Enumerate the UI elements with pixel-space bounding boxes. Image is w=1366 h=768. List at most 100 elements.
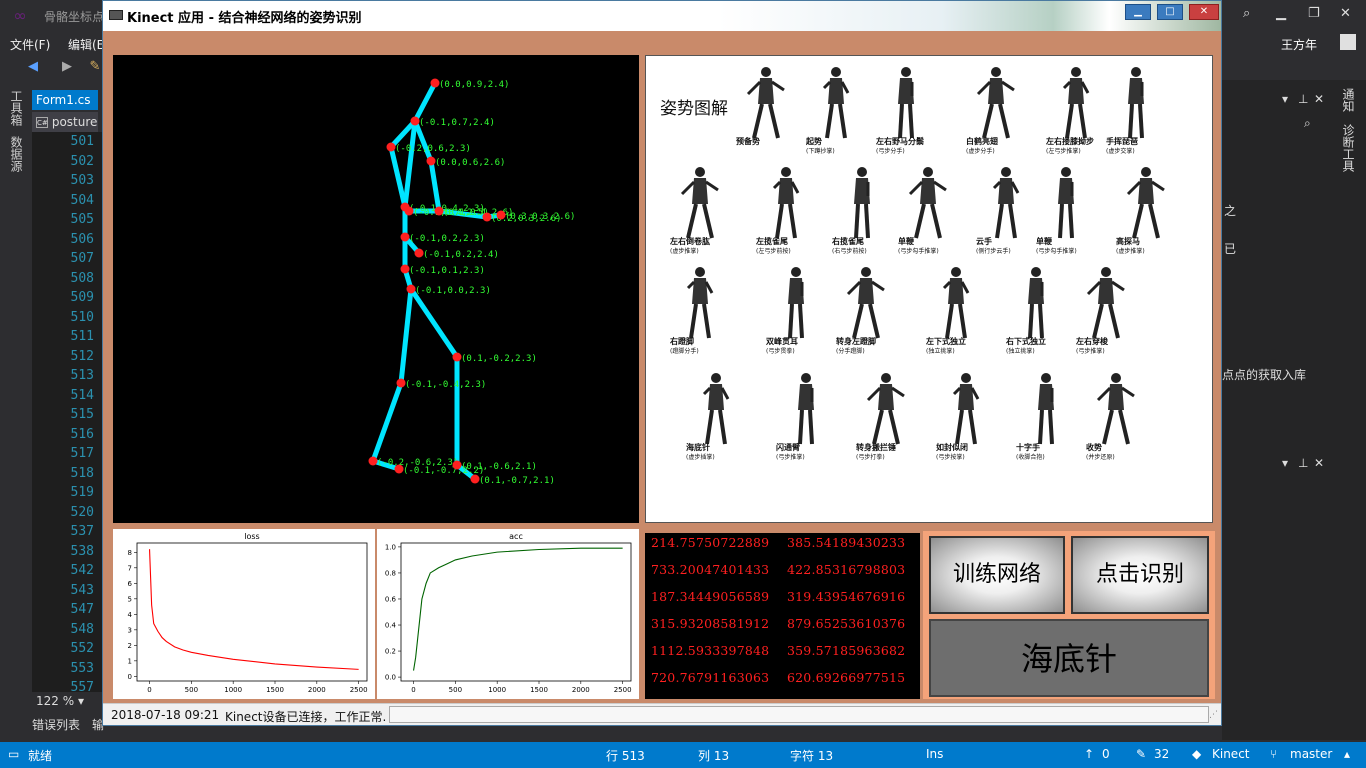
line-number: 503 [70,173,94,188]
navigate-back-icon[interactable]: ◀ [24,58,42,76]
vs-minimize-icon[interactable]: ▁ [1276,6,1286,21]
posture-diagram-image: 姿势图解 预备势 起势 (下蹲抄掌) 左右野马分鬃 (弓步分手) 白鹤亮翅 (虚步分手) 左右… [645,55,1213,523]
status-up-count[interactable]: 0 [1102,747,1110,761]
posture-subtitle: (下蹲抄掌) [806,148,835,155]
skeleton-view: (0.0,0.9,2.4) (-0.1,0.7,2.4) (-0.2,0.6,2.3… [113,55,639,523]
line-number: 542 [70,563,94,578]
form-minimize-button[interactable]: ▁ [1125,4,1151,20]
posture-subtitle: (左弓步前按) [756,248,791,255]
toolbox-tab[interactable]: 工具箱 [8,90,25,126]
left-tool-strip: 工具箱 数据源 [0,84,30,740]
resize-grip-icon[interactable]: ⋰ [1209,710,1218,720]
branch-icon[interactable]: ⑂ [1270,747,1277,761]
posture-figure [908,164,948,240]
posture-figure [816,64,856,140]
plot-frame [136,542,368,682]
value-r3-c1: 187.34449056589 [651,589,770,604]
status-branch[interactable]: master [1290,747,1332,761]
navigate-forward-icon[interactable]: ▶ [58,58,76,76]
posture-subtitle: (分手蹬脚) [836,348,865,355]
publish-up-icon[interactable]: ↑ [1084,747,1094,761]
posture-figure [680,164,720,240]
joint-label: (-0.1,0.2,2.3) [409,234,485,244]
value-r5-c2: 359.57185963682 [787,643,906,658]
vs-close-icon[interactable]: ✕ [1340,6,1351,21]
datasource-tab[interactable]: 数据源 [8,136,25,172]
csharp-file-icon: C# [36,117,48,128]
status-repo[interactable]: Kinect [1212,747,1250,761]
recognize-button[interactable]: 点击识别 [1071,536,1209,614]
y-tick-label: 0 [128,673,132,681]
x-tick-label: 1500 [530,686,548,694]
posture-subtitle: (蹬脚分手) [670,348,699,355]
right-panel-snippet-1: 之 [1224,204,1237,218]
posture-subtitle: (右弓步前按) [832,248,867,255]
posture-figure [842,164,882,240]
y-tick-label: 0.0 [385,674,396,682]
form-titlebar[interactable]: Kinect 应用 - 结合神经网络的姿势识别 ▁ □ ✕ [103,1,1221,31]
train-network-button[interactable]: 训练网络 [929,536,1065,614]
diagnostic-tools-tab[interactable]: 诊断工具 [1340,124,1357,172]
form-statusbar: 2018-07-18 09:21 Kinect设备已连接，工作正常. ⋰ [103,703,1221,725]
menu-edit[interactable]: 编辑(E [68,36,104,53]
panel2-pin-icon[interactable]: ⊥ [1298,456,1308,470]
line-number: 514 [70,387,94,403]
x-tick-label: 1500 [266,686,284,694]
branch-up-icon[interactable]: ▴ [1344,747,1350,761]
panel-pin-icon[interactable]: ⊥ [1298,92,1308,106]
joint-label: (0.1,-0.2,2.3) [461,354,537,364]
status-empty-field [389,706,1209,723]
value-r2-c1: 733.20047401433 [651,562,770,577]
panel2-dropdown-icon[interactable]: ▾ [1282,456,1288,470]
kinect-form-window: Kinect 应用 - 结合神经网络的姿势识别 ▁ □ ✕ (0.0,0.9,2… [102,0,1222,726]
joint-label: (0.1,-0.6,2.1) [461,462,537,472]
line-number: 552 [70,641,94,656]
joint-label: (-0.2,0.6,2.3) [395,144,471,154]
pencil-icon[interactable]: ✎ [1136,747,1146,761]
posture-subtitle: (弓步推掌) [1076,348,1105,355]
repo-icon[interactable]: ◆ [1192,747,1201,761]
status-edits[interactable]: 32 [1154,747,1169,761]
form-maximize-button[interactable]: □ [1157,4,1183,20]
panel2-close-icon[interactable]: ✕ [1314,456,1324,470]
status-message: Kinect设备已连接，工作正常. [225,710,387,724]
line-number: 508 [70,270,94,286]
x-tick-label: 1000 [224,686,242,694]
line-number: 518 [70,465,94,481]
error-list-tab[interactable]: 错误列表 [32,716,80,733]
panel-dropdown-icon[interactable]: ▾ [1282,92,1288,106]
acc-chart: acc 0 500 1000 1500 2000 2500 0.0 0.2 0.4 0.6 0.8 1.… [377,529,639,699]
posture-figure [1126,164,1166,240]
joint-label: (0.0,0.6,2.6) [435,158,505,168]
vs-restore-icon[interactable]: ❐ [1308,6,1320,21]
joint-label: (-0.1,-0.4,2.3) [405,380,486,390]
posture-figure [1096,370,1136,446]
notifications-tab[interactable]: 通知 [1340,88,1357,112]
panel-search-icon[interactable]: ⌕ [1304,116,1311,131]
line-number: 510 [70,309,94,325]
vs-statusbar: ▭ 就绪 行 513 列 13 字符 13 Ins ↑ 0 ✎ 32 ◆ Kin… [0,742,1366,768]
y-tick-label: 0.2 [385,648,396,656]
doc-tab-posture[interactable]: C# posture [32,112,98,132]
value-r6-c1: 720.76791163063 [651,670,770,685]
quick-launch-search-icon[interactable]: ⌕ [1243,6,1250,21]
doc-tab-form1[interactable]: Form1.cs [32,90,98,110]
posture-figure [946,370,986,446]
user-avatar[interactable] [1340,34,1356,50]
line-number: 553 [70,660,94,676]
form-close-button[interactable]: ✕ [1189,4,1219,20]
status-ins: Ins [926,747,944,761]
posture-figure [1086,264,1126,340]
posture-subtitle: (虚步交掌) [1106,148,1135,155]
panel-close-icon[interactable]: ✕ [1314,92,1324,106]
menu-file[interactable]: 文件(F) [10,36,50,53]
value-r1-c1: 214.75750722889 [651,535,770,550]
line-number: 538 [70,543,94,559]
value-r5-c1: 1112.5933397848 [651,643,770,658]
posture-figure [786,370,826,446]
line-number: 513 [70,368,94,383]
posture-figure [1016,264,1056,340]
user-account-name[interactable]: 王方年 [1281,36,1317,53]
value-r3-c2: 319.43954676916 [787,589,906,604]
line-number: 517 [70,446,94,461]
